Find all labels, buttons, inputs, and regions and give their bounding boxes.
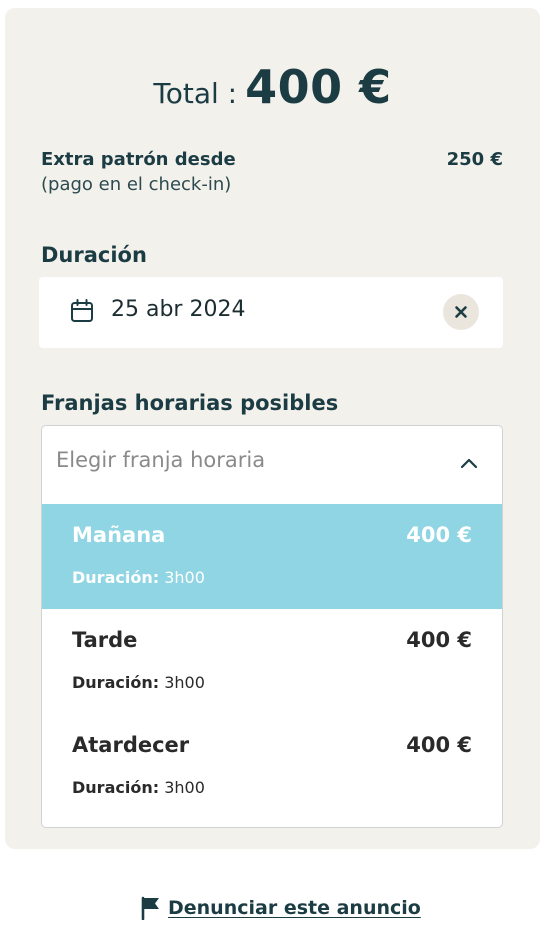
flag-icon [141,896,159,920]
slot-option-duration-label: Duración: [72,778,160,797]
total-value: 400 € [245,60,392,114]
extra-title: Extra patrón desde [41,149,236,170]
slot-option-duration: Duración: 3h00 [72,568,205,587]
duration-label: Duración [41,243,147,267]
slot-option-price: 400 € [406,628,472,652]
slot-option-duration: Duración: 3h00 [72,778,205,797]
slot-option-tarde[interactable]: Tarde 400 € Duración: 3h00 [42,609,502,714]
slot-option-duration-value: 3h00 [164,778,205,797]
slot-option-name: Atardecer [72,733,190,757]
report-link-label: Denunciar este anuncio [168,897,421,919]
date-value: 25 abr 2024 [111,297,246,322]
slot-option-duration-label: Duración: [72,673,160,692]
slots-label: Franjas horarias posibles [41,391,339,415]
slot-option-name: Mañana [72,523,166,547]
slot-select[interactable]: Elegir franja horaria [42,426,502,504]
slot-option-duration-label: Duración: [72,568,160,587]
slot-placeholder: Elegir franja horaria [56,448,266,472]
slot-option-manana[interactable]: Mañana 400 € Duración: 3h00 [42,504,502,609]
booking-card: Total : 400 € Extra patrón desde 250 € (… [5,8,540,849]
chevron-up-icon [460,458,478,469]
slot-option-price: 400 € [406,523,472,547]
close-icon [455,306,467,318]
report-listing-link[interactable]: Denunciar este anuncio [140,896,421,920]
extra-skipper-info: Extra patrón desde 250 € (pago en el che… [41,149,503,195]
slot-dropdown: Elegir franja horaria Mañana 400 € Durac… [41,425,503,828]
extra-price: 250 € [446,149,503,170]
calendar-icon [71,299,93,322]
slot-option-duration: Duración: 3h00 [72,673,205,692]
date-field[interactable]: 25 abr 2024 [39,277,503,348]
total-price: Total : 400 € [5,60,540,114]
slot-option-duration-value: 3h00 [164,673,205,692]
clear-date-button[interactable] [443,294,479,330]
slot-option-atardecer[interactable]: Atardecer 400 € Duración: 3h00 [42,714,502,819]
slot-option-duration-value: 3h00 [164,568,205,587]
total-label: Total : [153,77,238,110]
slot-option-name: Tarde [72,628,138,652]
slot-option-price: 400 € [406,733,472,757]
extra-note: (pago en el check-in) [41,174,232,195]
